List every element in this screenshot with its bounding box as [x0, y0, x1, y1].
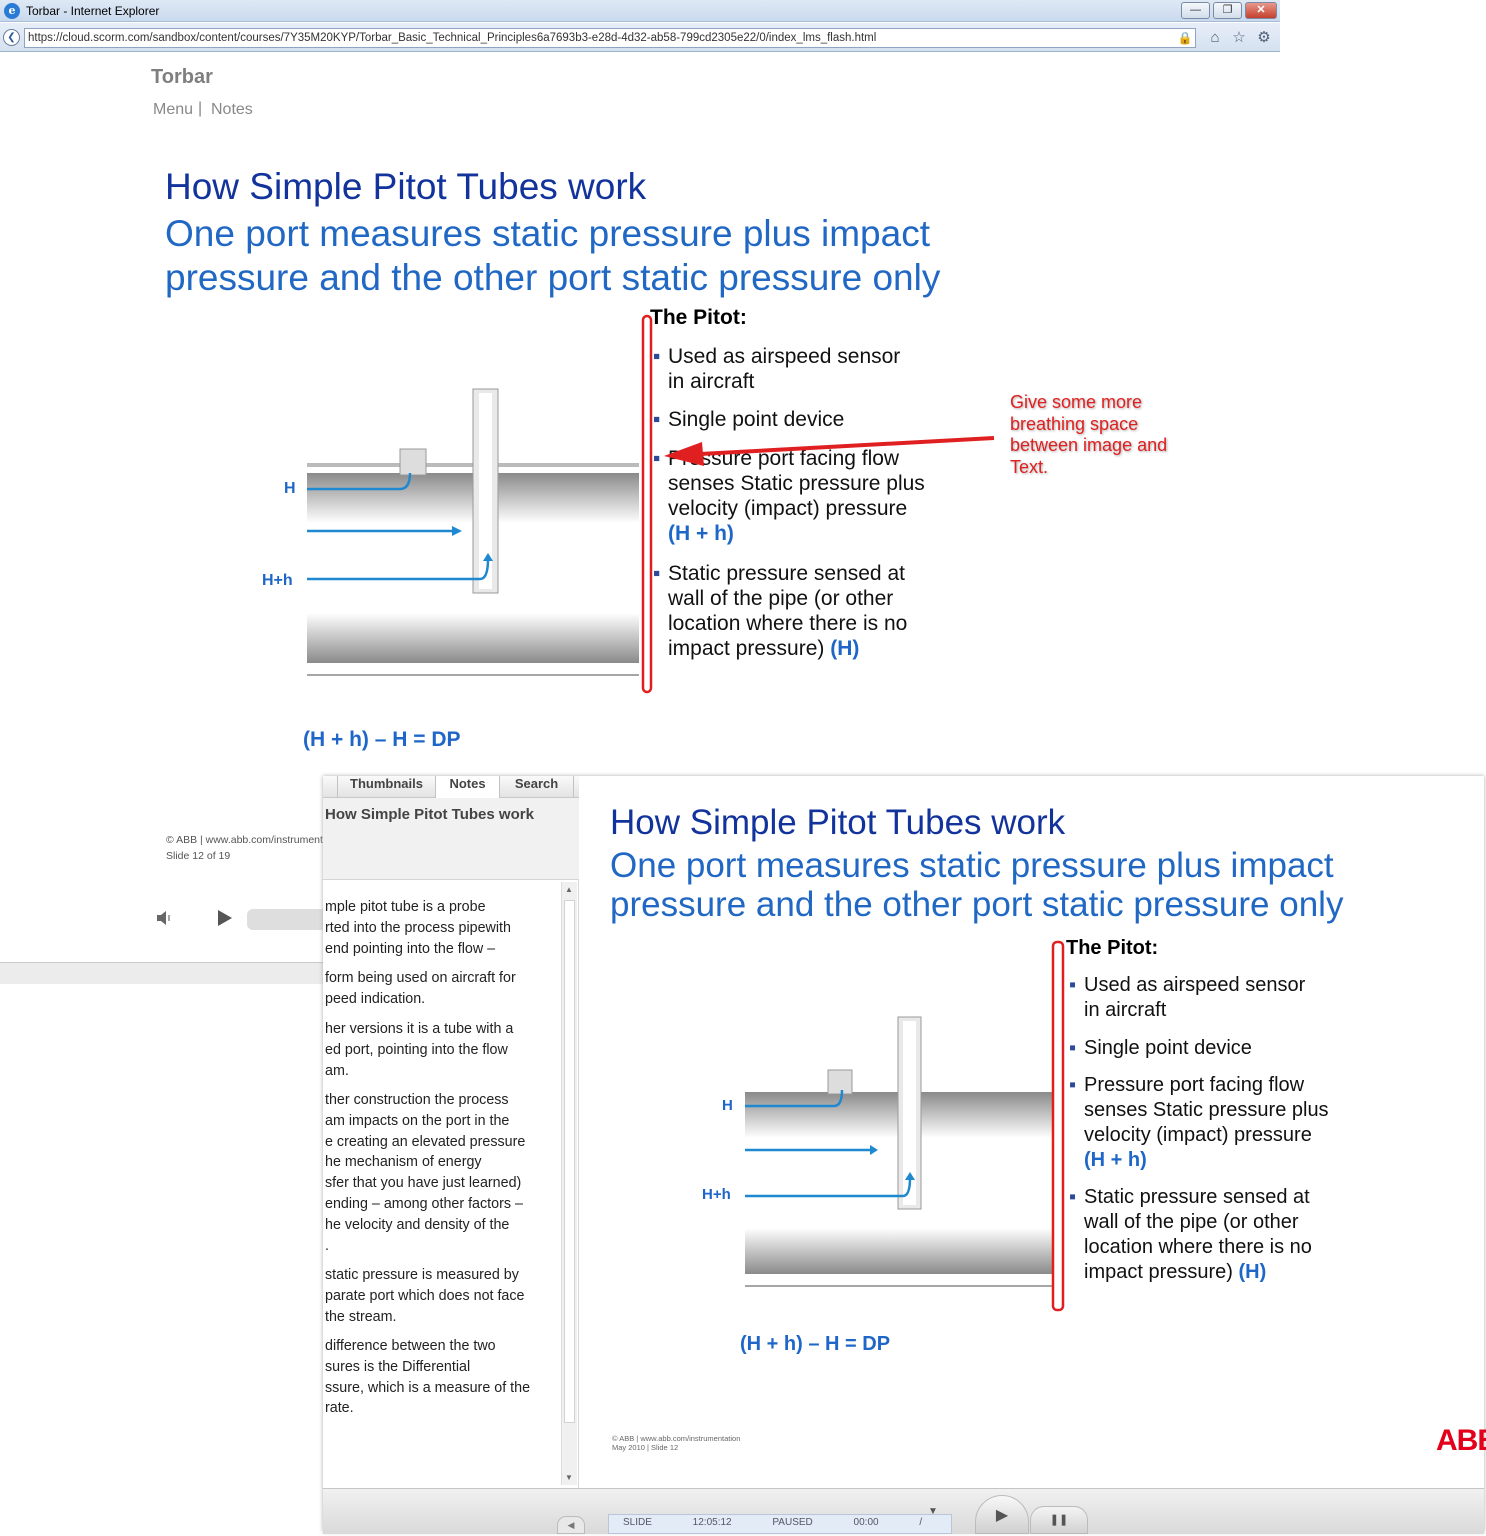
- minimize-icon[interactable]: —: [1181, 2, 1210, 19]
- notes-line: her versions it is a tube with a: [325, 1021, 514, 1037]
- bullet2-4: ▪ Static pressure sensed at wall of the pi…: [1069, 1186, 1312, 1283]
- browser-titlebar: e Torbar - Internet Explorer — ❐ ✕: [0, 0, 1280, 22]
- star-icon[interactable]: ☆: [1230, 29, 1248, 47]
- notes-line: ther construction the process: [325, 1092, 509, 1108]
- url-field[interactable]: https://cloud.scorm.com/sandbox/content/…: [24, 28, 1196, 48]
- player-bar-strip: [0, 962, 323, 984]
- diagram-label-hh: H+h: [262, 572, 293, 589]
- notes-paragraph: mple pitot tube is a probe rted into the …: [325, 897, 557, 959]
- tab-edge: [323, 776, 338, 798]
- skip-icon[interactable]: ❚❚: [1030, 1506, 1088, 1534]
- tab-search[interactable]: Search: [500, 776, 574, 798]
- annotation-note: Give some more breathing space between i…: [1010, 392, 1168, 477]
- notes-line: ed port, pointing into the flow: [325, 1041, 508, 1058]
- notes-line: form being used on aircraft for: [325, 970, 516, 986]
- pitot-diagram: [307, 388, 639, 676]
- diagram2-label-h: H: [722, 1097, 733, 1114]
- dropdown-icon[interactable]: ▼: [928, 1506, 938, 1517]
- abb-logo: ABB: [1436, 1424, 1486, 1457]
- slide2-date: May 2010 | Slide 12: [612, 1443, 679, 1452]
- slide-title: How Simple Pitot Tubes work: [165, 166, 647, 207]
- notes-line: difference between the two: [325, 1338, 496, 1354]
- notes-line: sfer that you have just learned): [325, 1175, 522, 1192]
- slide-subtitle-line2: pressure and the other port static press…: [165, 257, 941, 298]
- panel-title: How Simple Pitot Tubes work: [325, 806, 534, 823]
- scroll-thumb[interactable]: [564, 900, 575, 1423]
- notes-line: static pressure is measured by: [325, 1267, 519, 1283]
- rewind-icon[interactable]: ◀: [557, 1516, 585, 1534]
- slide-copyright: © ABB | www.abb.com/instrumentation: [166, 834, 323, 846]
- notes-paragraph: ther construction the process am impacts …: [325, 1090, 557, 1256]
- volume-icon[interactable]: [155, 908, 175, 928]
- window-title: Torbar - Internet Explorer: [26, 4, 160, 18]
- notes-link[interactable]: Notes: [211, 101, 253, 119]
- slide2-title: How Simple Pitot Tubes work: [610, 803, 1066, 842]
- notes-paragraph: form being used on aircraft for peed indi…: [325, 968, 557, 1010]
- diagram2-label-hh: H+h: [702, 1186, 731, 1203]
- slide2-subtitle-line1: One port measures static pressure plus i…: [610, 846, 1334, 885]
- home-icon[interactable]: ⌂: [1206, 29, 1224, 47]
- play-icon[interactable]: [215, 908, 235, 928]
- slide2-copyright: © ABB | www.abb.com/instrumentation: [612, 1434, 741, 1443]
- equation-2: (H + h) – H = DP: [740, 1333, 891, 1355]
- notes-line: rate.: [325, 1400, 354, 1417]
- notes-paragraph: difference between the two sures is the D…: [325, 1336, 557, 1419]
- slide2-subtitle-line2: pressure and the other port static press…: [610, 885, 1344, 924]
- menu-link[interactable]: Menu: [153, 101, 193, 119]
- notes-line: ssure, which is a measure of the: [325, 1379, 531, 1396]
- address-bar: ❮ https://cloud.scorm.com/sandbox/conten…: [0, 23, 1280, 52]
- gear-icon[interactable]: ⚙: [1255, 29, 1273, 47]
- notes-paragraph: her versions it is a tube with a ed port,…: [325, 1019, 557, 1081]
- course-title: Torbar: [151, 66, 213, 88]
- annotation-bracket-2: [1051, 940, 1065, 1312]
- slide-subtitle-line1: One port measures static pressure plus i…: [165, 213, 930, 254]
- bullet2-1: ▪ Used as airspeed sensor in aircraft: [1069, 974, 1306, 1021]
- notes-line: rted into the process pipewith: [325, 919, 511, 936]
- notes-line: e creating an elevated pressure: [325, 1133, 526, 1150]
- progress-track[interactable]: [247, 909, 323, 930]
- equation: (H + h) – H = DP: [303, 728, 461, 751]
- notes-line: he mechanism of energy: [325, 1154, 482, 1171]
- close-icon[interactable]: ✕: [1245, 2, 1277, 19]
- ie-logo-icon: e: [4, 3, 20, 19]
- notes-line: .: [325, 1237, 329, 1254]
- notes-line: am.: [325, 1062, 349, 1079]
- notes-line: he velocity and density of the: [325, 1216, 510, 1233]
- notes-scrollbar[interactable]: ▲ ▼: [561, 882, 577, 1485]
- menu-separator: |: [198, 100, 203, 117]
- pitot-heading-2: The Pitot:: [1066, 937, 1159, 959]
- notes-line: ending – among other factors –: [325, 1195, 523, 1212]
- slide-counter: Slide 12 of 19: [166, 850, 231, 862]
- notes-line: sures is the Differential: [325, 1358, 471, 1375]
- notes-line: end pointing into the flow –: [325, 940, 496, 957]
- maximize-icon[interactable]: ❐: [1213, 2, 1242, 19]
- notes-line: the stream.: [325, 1308, 397, 1325]
- annotation-marks: [641, 314, 995, 694]
- notes-line: peed indication.: [325, 990, 426, 1007]
- bullet2-3: ▪ Pressure port facing flow senses Static …: [1069, 1074, 1329, 1171]
- scroll-down-icon[interactable]: ▼: [565, 1473, 573, 1482]
- scroll-up-icon[interactable]: ▲: [565, 885, 573, 894]
- notes-line: mple pitot tube is a probe: [325, 899, 486, 915]
- notes-line: am impacts on the port in the: [325, 1112, 510, 1129]
- diagram-label-h: H: [284, 480, 296, 497]
- pitot-diagram-2: [745, 1016, 1053, 1287]
- notes-paragraph: static pressure is measured by parate por…: [325, 1265, 557, 1327]
- tab-notes[interactable]: Notes: [436, 776, 500, 798]
- bullet2-2: ▪ Single point device: [1069, 1037, 1252, 1059]
- lock-icon[interactable]: 🔒: [1176, 29, 1194, 47]
- notes-line: parate port which does not face: [325, 1287, 525, 1304]
- tab-thumbnails[interactable]: Thumbnails: [338, 776, 436, 798]
- back-icon[interactable]: ❮: [3, 29, 20, 46]
- status-display: SLIDE 12:05:12 PAUSED 00:00 / 00:12: [608, 1514, 952, 1534]
